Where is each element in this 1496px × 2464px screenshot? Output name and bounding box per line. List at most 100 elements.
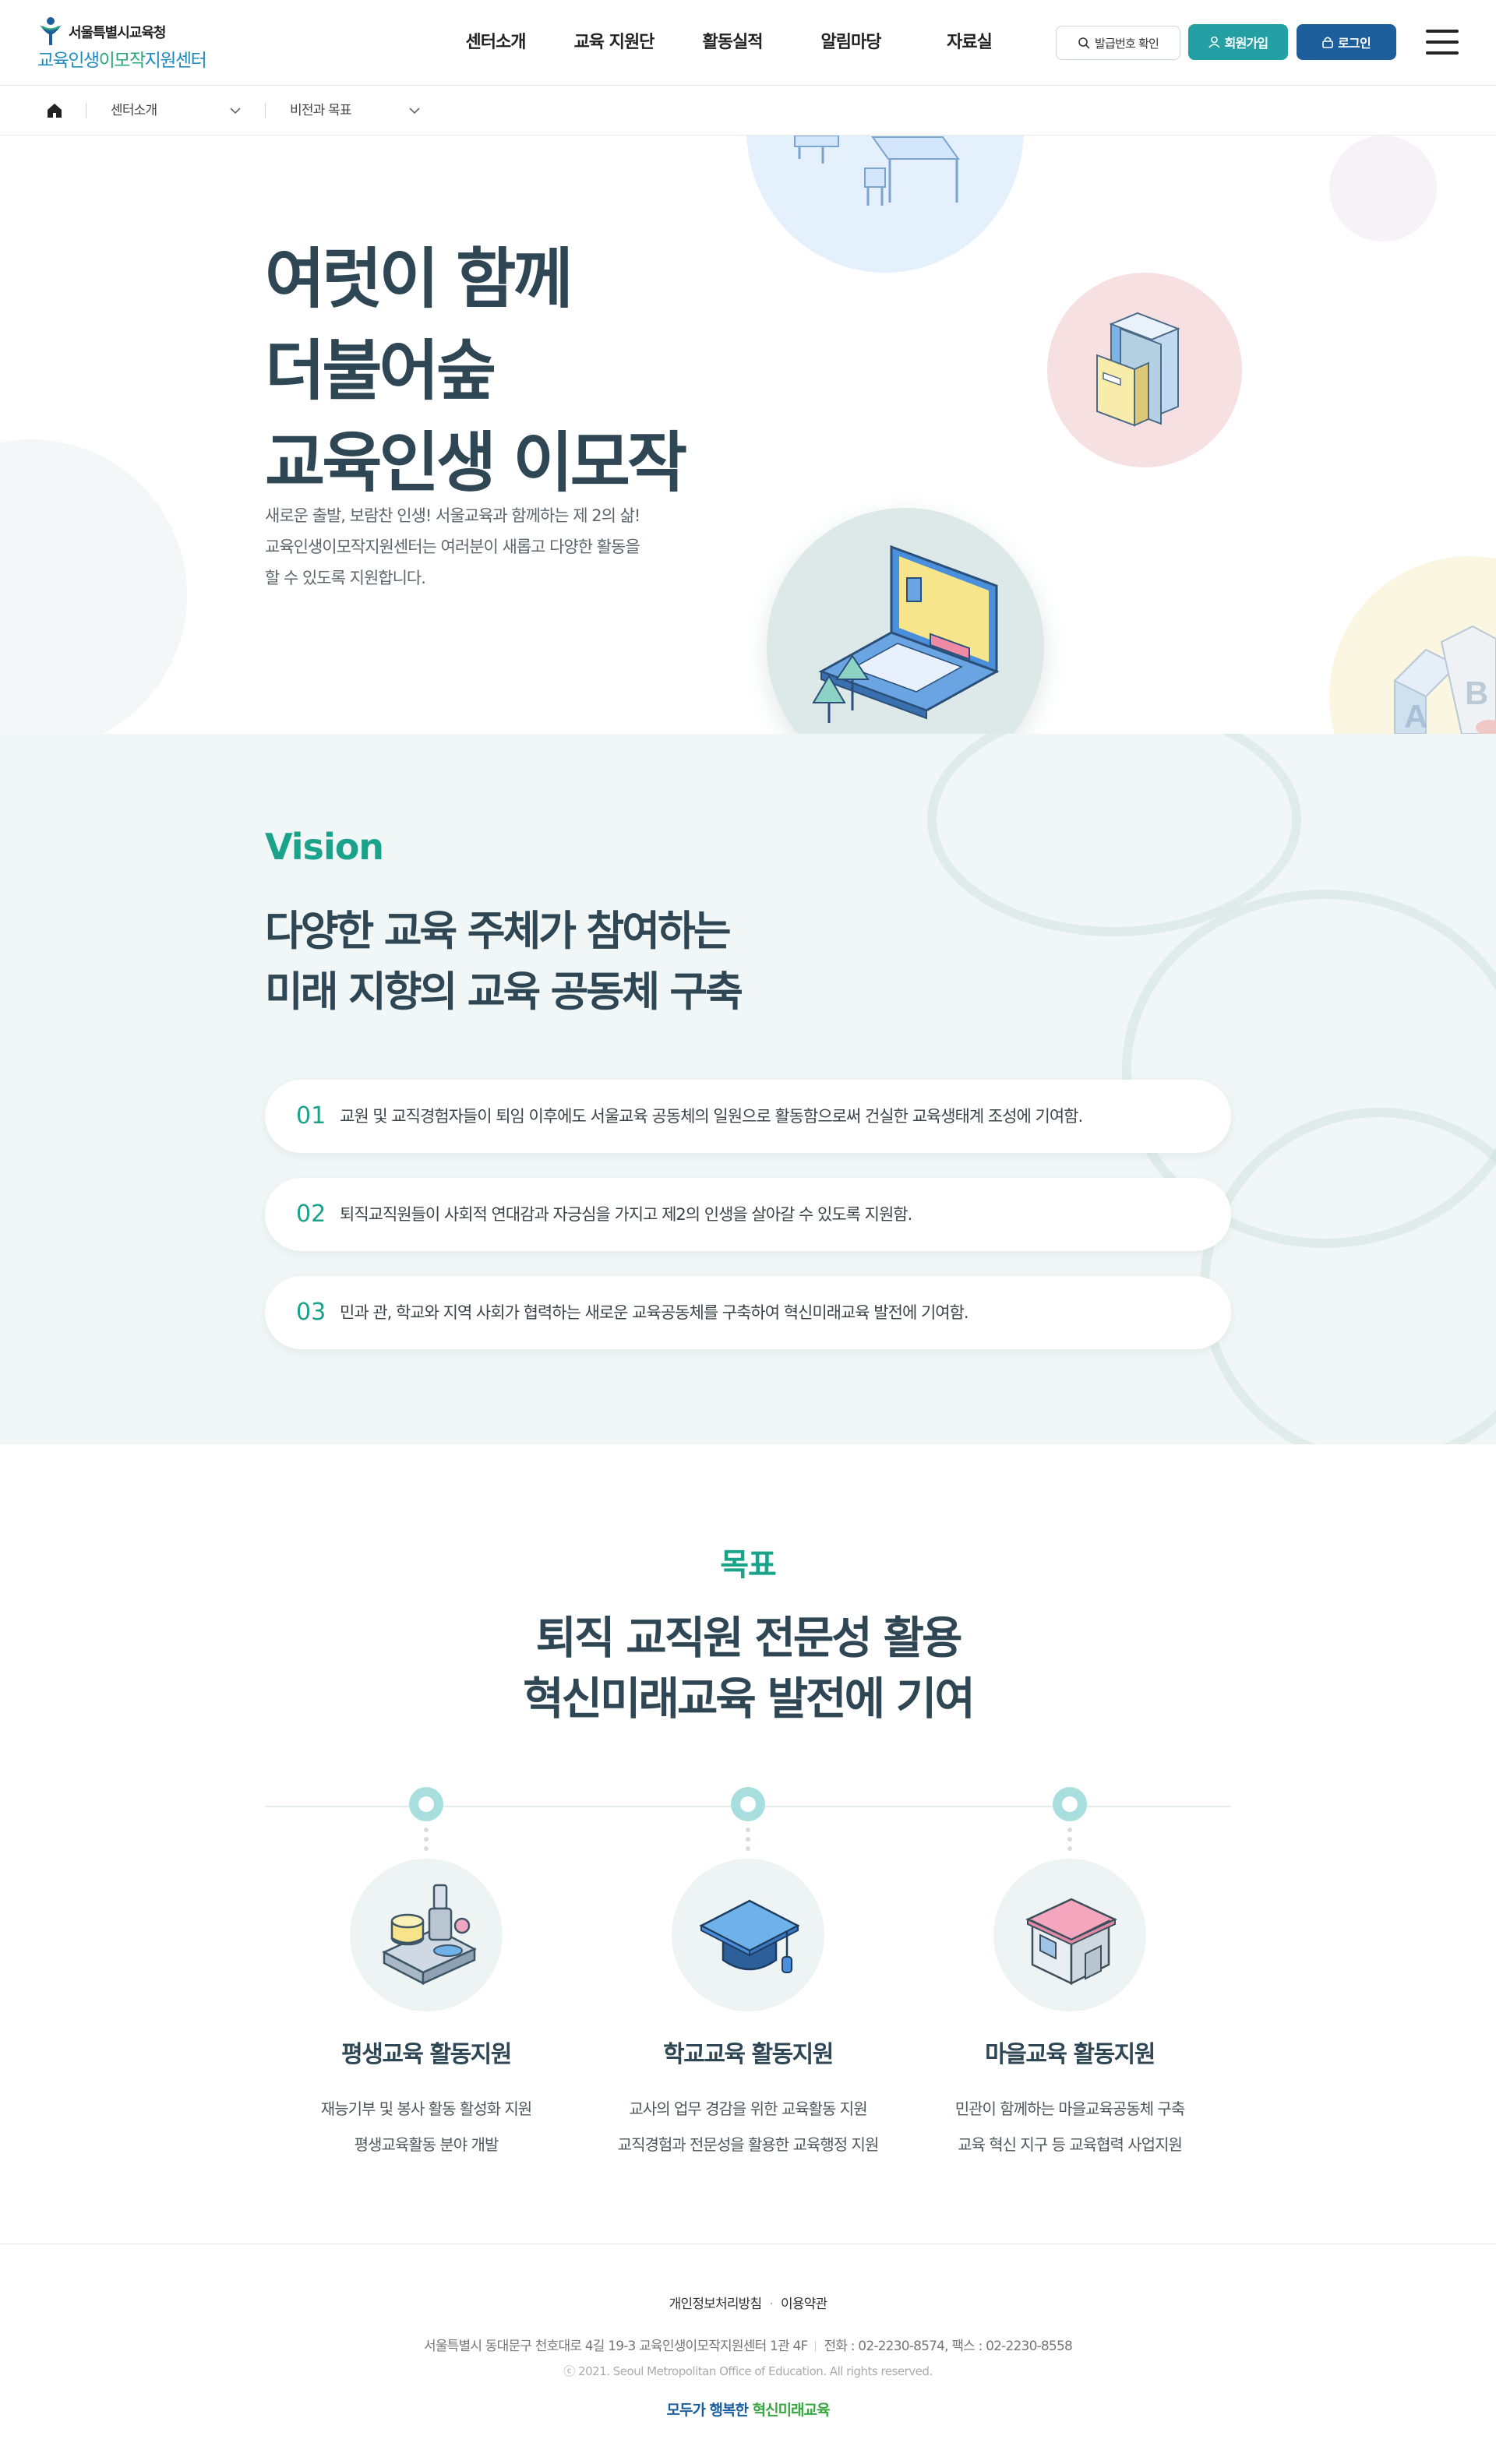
- education-office-emblem-icon: [40, 17, 62, 45]
- goal-icon-circle: [993, 1859, 1146, 2011]
- footer-contact: 전화 : 02-2230-8574, 팩스 : 02-2230-8558: [824, 2339, 1072, 2354]
- vision-title: 다양한 교육 주체가 참여하는 미래 지향의 교육 공동체 구축: [265, 901, 743, 1023]
- vision-item: 02 퇴직교직원들이 사회적 연대감과 자긍심을 가지고 제2의 인생을 살아갈…: [265, 1178, 1231, 1251]
- hero-title: 여럿이 함께 더불어숲 교육인생 이모작: [265, 233, 687, 509]
- goal-marker-dot: [1053, 1787, 1087, 1821]
- laptop-illustration: [812, 545, 1000, 723]
- goal-connector-dots: [1067, 1828, 1072, 1851]
- hero-desc-line: 교육인생이모작지원센터는 여러분이 새롭고 다양한 활동을: [265, 538, 640, 556]
- lock-icon: [1322, 37, 1333, 48]
- goal-marker-dot: [731, 1787, 765, 1821]
- goals-title-line: 퇴직 교직원 전문성 활용: [535, 1613, 963, 1664]
- nav-item-center-intro[interactable]: 센터소개: [436, 0, 555, 86]
- hero-title-line: 더불어숲: [265, 333, 496, 409]
- lab-equipment-icon: [382, 1884, 477, 1986]
- goal-connector-dots: [424, 1828, 429, 1851]
- goals-title: 퇴직 교직원 전문성 활용 혁신미래교육 발전에 기여: [0, 1608, 1496, 1729]
- footer-link-separator: ·: [769, 2297, 773, 2312]
- hero-section: A B 여럿이 함께 더불어숲 교육인생 이모작 새로운 출발, 보람찬 인생!…: [0, 136, 1496, 734]
- breadcrumb-divider: [265, 103, 266, 118]
- terms-link[interactable]: 이용약관: [781, 2297, 827, 2312]
- village-house-icon: [1025, 1898, 1117, 1986]
- login-label: 로그인: [1338, 36, 1371, 51]
- goal-desc-line: 재능기부 및 봉사 활동 활성화 지원: [320, 2099, 532, 2118]
- vision-item-text: 퇴직교직원들이 사회적 연대감과 자긍심을 가지고 제2의 인생을 살아갈 수 …: [340, 1205, 912, 1224]
- footer-slogan-part: 모두가 행복한: [666, 2402, 748, 2419]
- vision-item-number: 01: [296, 1102, 326, 1130]
- goal-desc-line: 민관이 함께하는 마을교육공동체 구축: [954, 2099, 1185, 2118]
- goal-title: 마을교육 활동지원: [985, 2041, 1156, 2068]
- nav-item-notices[interactable]: 알림마당: [792, 0, 910, 86]
- books-illustration: [1096, 312, 1180, 427]
- decorative-circle: [0, 439, 187, 734]
- goals-section: 목표 퇴직 교직원 전문성 활용 혁신미래교육 발전에 기여 평생교육 활동지원: [0, 1444, 1496, 2244]
- hero-description: 새로운 출발, 보람찬 인생! 서울교육과 함께하는 제 2의 삶! 교육인생이…: [265, 500, 640, 594]
- vision-item-text: 교원 및 교직경험자들이 퇴임 이후에도 서울교육 공동체의 일원으로 활동함으…: [340, 1107, 1083, 1126]
- footer-address: 서울특별시 동대문구 천호대로 4길 19-3 교육인생이모작지원센터 1관 4…: [0, 2335, 1496, 2354]
- goal-desc-line: 교육 혁신 지구 등 교육협력 사업지원: [958, 2135, 1183, 2154]
- main-nav: 센터소개 교육 지원단 활동실적 알림마당 자료실: [436, 0, 1028, 86]
- svg-text:B: B: [1465, 675, 1488, 711]
- breadcrumb-level1[interactable]: 센터소개: [111, 86, 157, 136]
- classroom-desk-illustration: [794, 136, 960, 206]
- goals-label: 목표: [720, 1547, 777, 1583]
- logo-center-name: 교육인생이모작지원센터: [37, 51, 207, 71]
- svg-text:A: A: [1404, 698, 1427, 734]
- footer-address-text: 서울특별시 동대문구 천호대로 4길 19-3 교육인생이모작지원센터 1관 4…: [424, 2339, 808, 2354]
- graduation-cap-icon: [699, 1899, 800, 1973]
- site-header: 서울특별시교육청 교육인생이모작지원센터 센터소개 교육 지원단 활동실적 알림…: [0, 0, 1496, 86]
- hero-title-line: 교육인생 이모작: [265, 425, 687, 501]
- chevron-down-icon[interactable]: [407, 103, 422, 118]
- goal-item: 마을교육 활동지원 민관이 함께하는 마을교육공동체 구축 교육 혁신 지구 등…: [906, 1787, 1233, 2192]
- privacy-policy-link[interactable]: 개인정보처리방침: [669, 2297, 763, 2312]
- site-footer: 개인정보처리방침 · 이용약관 서울특별시 동대문구 천호대로 4길 19-3 교육…: [0, 2244, 1496, 2464]
- breadcrumb-level2[interactable]: 비전과 목표: [290, 86, 352, 136]
- logo-org-name: 서울특별시교육청: [69, 25, 166, 41]
- home-icon[interactable]: [45, 101, 64, 120]
- vision-section: Vision 다양한 교육 주체가 참여하는 미래 지향의 교육 공동체 구축 …: [0, 734, 1496, 1444]
- search-icon: [1078, 37, 1090, 49]
- join-button[interactable]: 회원가입: [1188, 24, 1288, 60]
- vision-item: 03 민과 관, 학교와 지역 사회가 협력하는 새로운 교육공동체를 구축하여…: [265, 1276, 1231, 1349]
- nav-item-activity-results[interactable]: 활동실적: [673, 0, 792, 86]
- chevron-down-icon[interactable]: [228, 103, 243, 118]
- site-logo[interactable]: 서울특별시교육청 교육인생이모작지원센터: [37, 16, 217, 71]
- hero-title-line: 여럿이 함께: [265, 241, 573, 317]
- decorative-circle: [1329, 136, 1437, 241]
- goal-title: 학교교육 활동지원: [663, 2041, 834, 2068]
- vision-title-line: 미래 지향의 교육 공동체 구축: [265, 968, 743, 1016]
- goal-description: 민관이 함께하는 마을교육공동체 구축 교육 혁신 지구 등 교육협력 사업지원: [906, 2091, 1233, 2163]
- goal-icon-circle: [350, 1859, 503, 2011]
- goal-title: 평생교육 활동지원: [341, 2041, 512, 2068]
- nav-item-education-support[interactable]: 교육 지원단: [555, 0, 673, 86]
- join-label: 회원가입: [1224, 36, 1268, 51]
- vision-label: Vision: [265, 826, 384, 868]
- vision-item-number: 02: [296, 1200, 326, 1228]
- goal-item: 평생교육 활동지원 재능기부 및 봉사 활동 활성화 지원 평생교육활동 분야 …: [263, 1787, 590, 2192]
- vision-item-text: 민과 관, 학교와 지역 사회가 협력하는 새로운 교육공동체를 구축하여 혁신…: [340, 1303, 969, 1322]
- user-icon: [1208, 36, 1220, 48]
- goal-item: 학교교육 활동지원 교사의 업무 경감을 위한 교육활동 지원 교직경험과 전문…: [584, 1787, 912, 2192]
- footer-divider: [815, 2341, 817, 2352]
- vision-list: 01 교원 및 교직경험자들이 퇴임 이후에도 서울교육 공동체의 일원으로 활…: [265, 1080, 1231, 1374]
- login-button[interactable]: 로그인: [1297, 24, 1396, 60]
- goal-desc-line: 평생교육활동 분야 개발: [354, 2135, 499, 2154]
- goal-desc-line: 교직경험과 전문성을 활용한 교육행정 지원: [617, 2135, 880, 2154]
- certificate-check-button[interactable]: 발급번호 확인: [1056, 26, 1180, 60]
- hamburger-menu-icon[interactable]: [1426, 30, 1459, 55]
- hero-desc-line: 할 수 있도록 지원합니다.: [265, 569, 426, 587]
- vision-item-number: 03: [296, 1299, 326, 1326]
- goal-description: 재능기부 및 봉사 활동 활성화 지원 평생교육활동 분야 개발: [263, 2091, 590, 2163]
- goal-icon-circle: [672, 1859, 824, 2011]
- goal-desc-line: 교사의 업무 경감을 위한 교육활동 지원: [629, 2099, 867, 2118]
- footer-slogan: 모두가 행복한 혁신미래교육: [0, 2399, 1496, 2420]
- vision-title-line: 다양한 교육 주체가 참여하는: [265, 908, 731, 955]
- goals-title-line: 혁신미래교육 발전에 기여: [523, 1673, 976, 1725]
- certificate-check-label: 발급번호 확인: [1095, 36, 1159, 51]
- alphabet-blocks-illustration: A B: [1393, 625, 1496, 734]
- hero-desc-line: 새로운 출발, 보람찬 인생! 서울교육과 함께하는 제 2의 삶!: [265, 506, 640, 525]
- nav-item-resources[interactable]: 자료실: [910, 0, 1028, 86]
- footer-copyright: ⓒ 2021. Seoul Metropolitan Office of Edu…: [563, 2364, 933, 2378]
- footer-links: 개인정보처리방침 · 이용약관: [0, 2293, 1496, 2312]
- vision-item: 01 교원 및 교직경험자들이 퇴임 이후에도 서울교육 공동체의 일원으로 활…: [265, 1080, 1231, 1153]
